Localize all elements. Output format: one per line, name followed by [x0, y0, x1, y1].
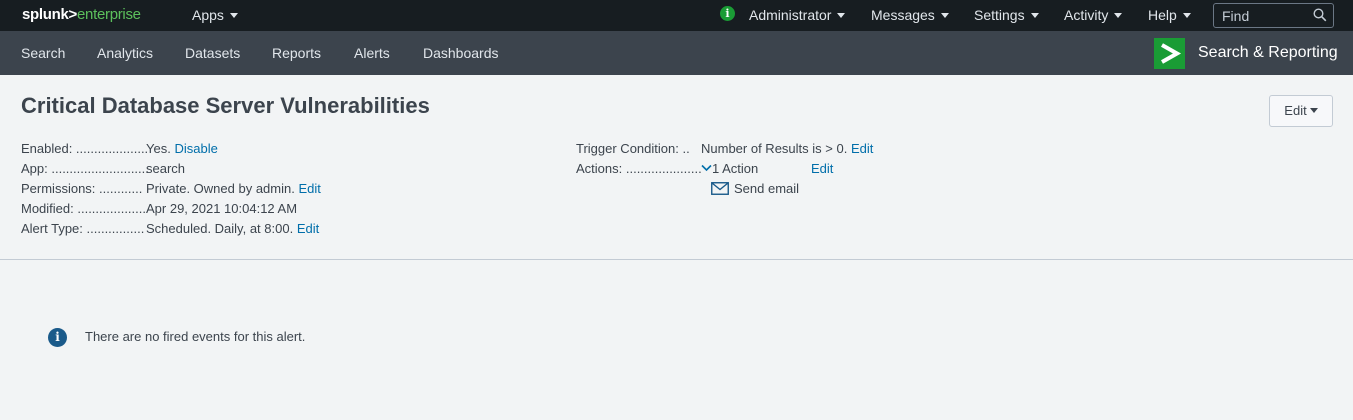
modified-value: Apr 29, 2021 10:04:12 AM	[146, 201, 298, 216]
detail-permissions: Permissions: ............ Private. Owned…	[21, 180, 541, 198]
modified-label: Modified: ...................	[21, 201, 146, 216]
chevron-down-icon	[1030, 13, 1039, 18]
disable-link[interactable]: Disable	[174, 141, 217, 156]
info-icon[interactable]: i	[720, 6, 735, 21]
info-icon: i	[48, 328, 67, 347]
nav-reports[interactable]: Reports	[272, 31, 321, 75]
chevron-down-icon	[1114, 13, 1123, 18]
chevron-down-icon	[940, 13, 949, 18]
chevron-down-icon	[1309, 108, 1318, 113]
edit-button[interactable]: Edit	[1269, 95, 1333, 127]
app-title[interactable]: Search & Reporting	[1198, 31, 1338, 75]
send-email-label: Send email	[734, 181, 800, 196]
chevron-down-icon	[701, 164, 712, 172]
trigger-edit-link[interactable]: Edit	[851, 141, 873, 156]
settings-menu[interactable]: Settings	[974, 0, 1039, 31]
edit-button-label: Edit	[1284, 103, 1307, 118]
detail-app: App: ........................... search	[21, 160, 541, 178]
nav-alerts[interactable]: Alerts	[354, 31, 390, 75]
nav-dashboards[interactable]: Dashboards	[423, 31, 499, 75]
messages-label: Messages	[871, 7, 935, 23]
top-bar: splunk>enterprise Apps i Administrator M…	[0, 0, 1353, 31]
administrator-menu[interactable]: Administrator	[749, 0, 846, 31]
help-menu[interactable]: Help	[1148, 0, 1191, 31]
logo-splunk-text: splunk>	[22, 6, 77, 23]
page-title: Critical Database Server Vulnerabilities	[21, 93, 430, 118]
enabled-value: Yes.	[146, 141, 171, 156]
alert-type-value: Scheduled. Daily, at 8:00.	[146, 221, 294, 236]
app-nav-bar: Search Analytics Datasets Reports Alerts…	[0, 31, 1353, 75]
actions-count: 1 Action	[712, 161, 759, 176]
alert-type-edit-link[interactable]: Edit	[297, 221, 319, 236]
app-label: App: ...........................	[21, 161, 149, 176]
administrator-label: Administrator	[749, 7, 832, 23]
activity-menu[interactable]: Activity	[1064, 0, 1123, 31]
splunk-logo[interactable]: splunk>enterprise	[22, 6, 141, 23]
logo-enterprise-text: enterprise	[77, 6, 141, 23]
actions-edit-link[interactable]: Edit	[811, 160, 833, 178]
alert-type-label: Alert Type: ................	[21, 221, 145, 236]
apps-menu[interactable]: Apps	[192, 0, 238, 31]
app-logo-icon[interactable]	[1154, 38, 1185, 69]
help-label: Help	[1148, 7, 1177, 23]
detail-trigger-condition: Trigger Condition: .. Number of Results …	[576, 140, 976, 158]
settings-label: Settings	[974, 7, 1025, 23]
detail-modified: Modified: ................... Apr 29, 20…	[21, 200, 541, 218]
chevron-down-icon	[229, 13, 238, 18]
search-icon[interactable]	[1313, 8, 1327, 22]
messages-menu[interactable]: Messages	[871, 0, 949, 31]
permissions-edit-link[interactable]: Edit	[298, 181, 320, 196]
nav-search[interactable]: Search	[21, 31, 65, 75]
envelope-icon	[711, 182, 729, 195]
no-events-message: There are no fired events for this alert…	[85, 329, 306, 344]
actions-toggle[interactable]: 1 Action	[701, 160, 758, 178]
app-value: search	[146, 161, 186, 176]
detail-enabled: Enabled: .................... Yes. Disab…	[21, 140, 541, 158]
actions-label: Actions: .....................	[576, 161, 702, 176]
detail-alert-type: Alert Type: ................ Scheduled. …	[21, 220, 541, 238]
trigger-condition-value: Number of Results is > 0.	[701, 141, 848, 156]
permissions-label: Permissions: ............	[21, 181, 143, 196]
trigger-condition-label: Trigger Condition: ..	[576, 141, 690, 156]
nav-datasets[interactable]: Datasets	[185, 31, 240, 75]
action-send-email: Send email	[711, 180, 911, 198]
section-divider	[0, 259, 1353, 260]
activity-label: Activity	[1064, 7, 1109, 23]
chevron-down-icon	[837, 13, 846, 18]
apps-menu-label: Apps	[192, 7, 224, 23]
detail-actions: Actions: ..................... 1 Action …	[576, 160, 976, 178]
nav-analytics[interactable]: Analytics	[97, 31, 153, 75]
chevron-down-icon	[1182, 13, 1191, 18]
enabled-label: Enabled: ....................	[21, 141, 149, 156]
permissions-value: Private. Owned by admin.	[146, 181, 295, 196]
